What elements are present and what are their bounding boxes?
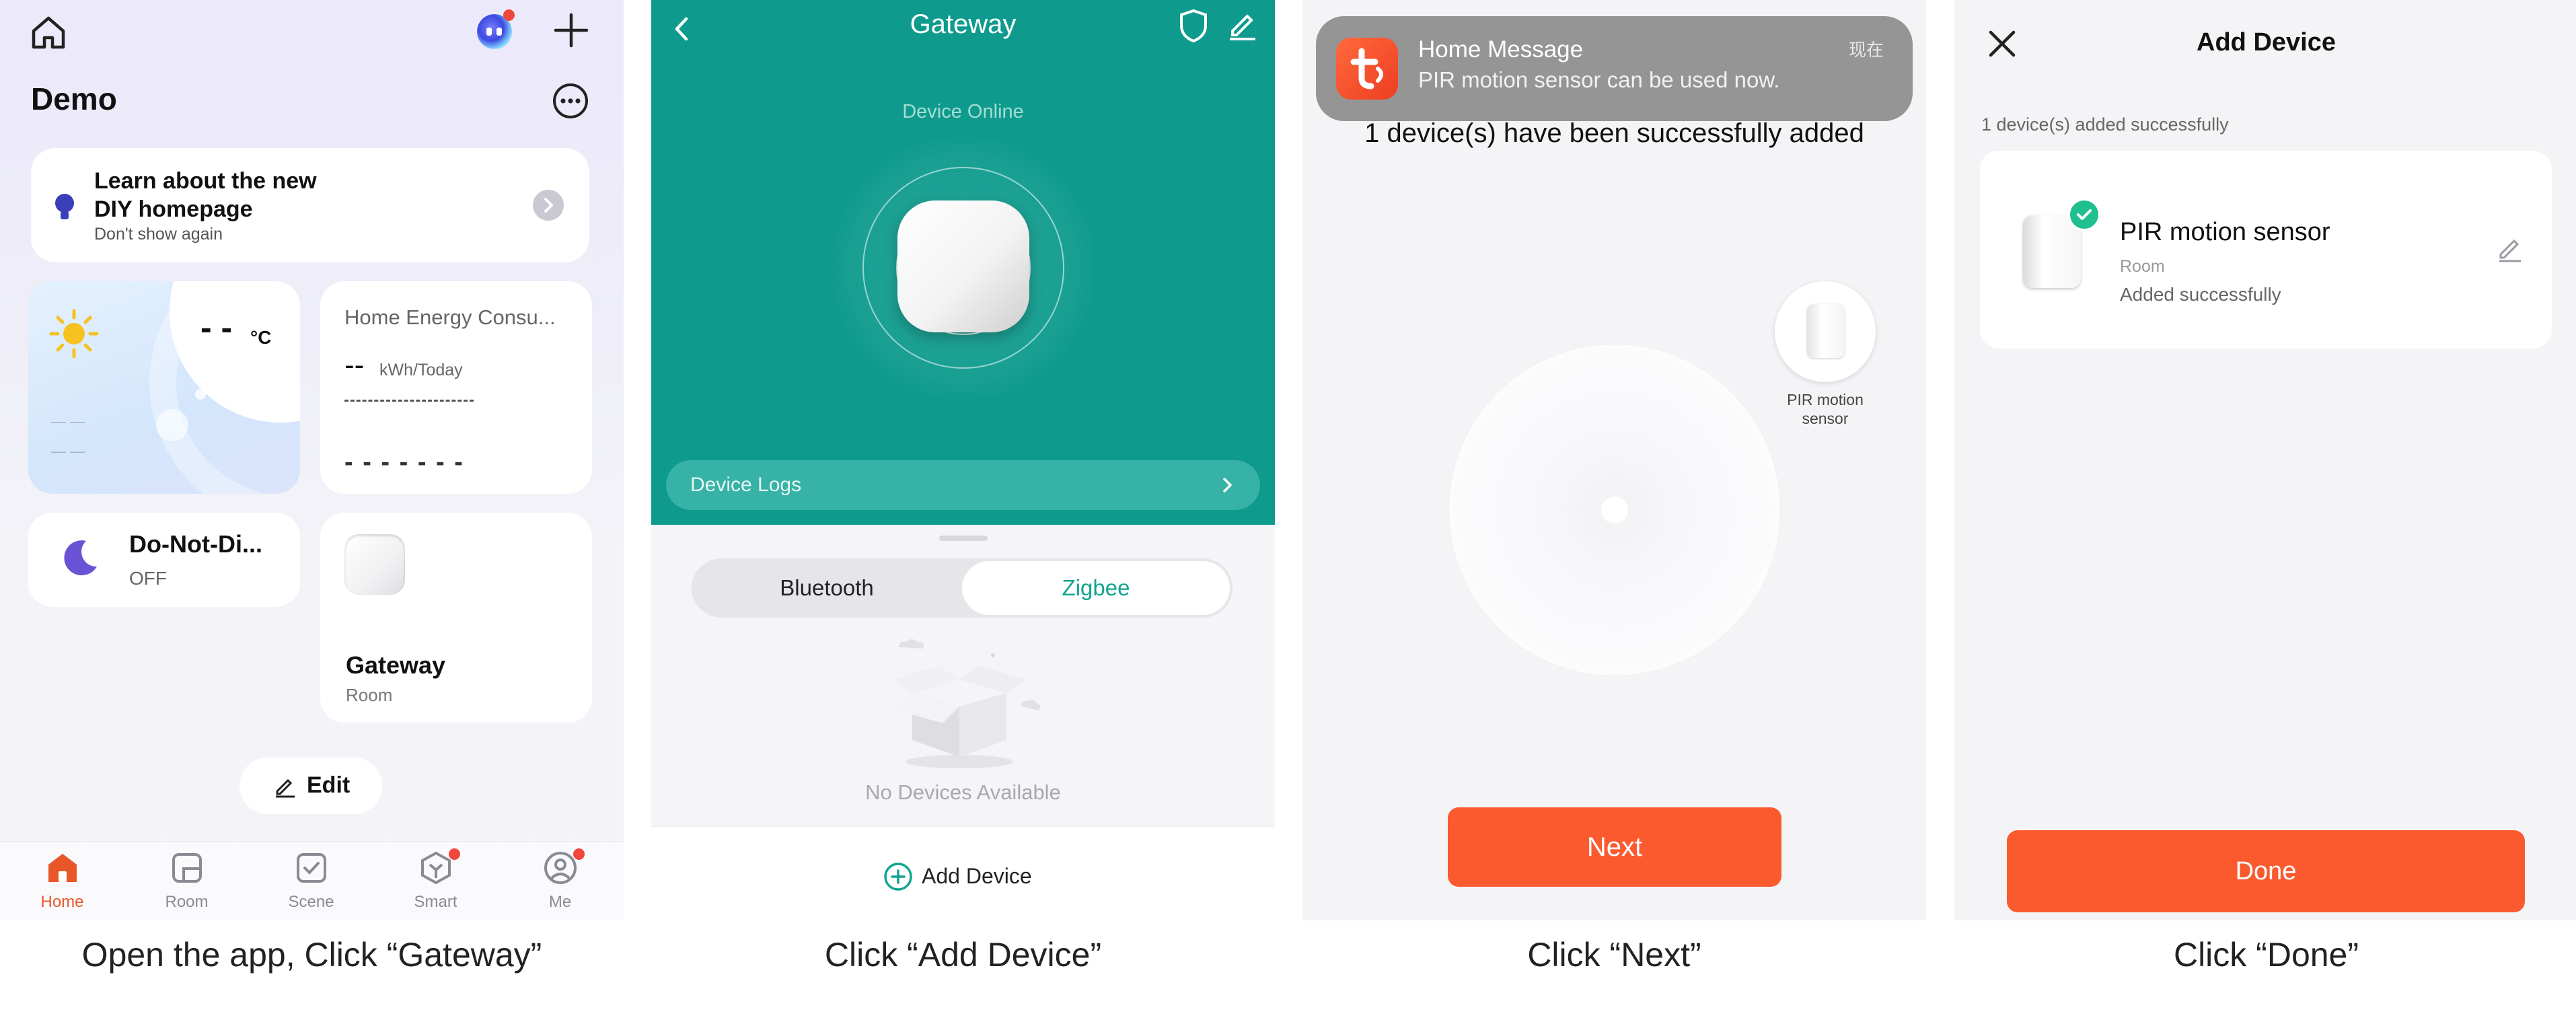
energy-value: -- <box>344 349 365 381</box>
tab-bar: Home Room Scene Smart Me <box>0 841 624 920</box>
notification-banner[interactable]: Home Message PIR motion sensor can be us… <box>1316 16 1913 121</box>
home-icon[interactable] <box>28 12 69 52</box>
home-name[interactable]: Demo <box>31 81 117 117</box>
room-icon <box>169 850 205 886</box>
dnd-card[interactable]: Do-Not-Di... OFF <box>28 513 300 607</box>
sun-icon <box>47 307 101 361</box>
next-button[interactable]: Next <box>1448 807 1781 887</box>
weather-detail-2: — — <box>51 443 85 460</box>
tab-smart[interactable]: Smart <box>373 842 498 920</box>
notification-title: Home Message <box>1418 36 1584 63</box>
app-logo-icon <box>1336 38 1398 100</box>
add-device-result-screen: Add Device 1 device(s) added successfull… <box>1954 0 2576 920</box>
gateway-screen: Gateway Device Online Device Logs Blueto… <box>651 0 1275 920</box>
tab-home[interactable]: Home <box>0 842 124 920</box>
added-device-card[interactable]: PIR motion sensor Room Added successfull… <box>1980 151 2552 349</box>
device-room: Room <box>2120 257 2165 276</box>
dnd-title: Do-Not-Di... <box>129 530 262 558</box>
gateway-device-image <box>897 200 1029 332</box>
home-screen: Demo Learn about the new DIY homepage Do… <box>0 0 624 920</box>
energy-dashes: - - - - - - - <box>344 448 464 476</box>
promo-dismiss-link[interactable]: Don't show again <box>94 225 223 244</box>
moon-icon <box>59 537 101 579</box>
tab-room[interactable]: Room <box>124 842 249 920</box>
weather-card[interactable]: - - °C — — — — <box>28 281 300 494</box>
gateway-title: Gateway <box>346 651 446 679</box>
tab-me[interactable]: Me <box>498 842 622 920</box>
energy-card[interactable]: Home Energy Consu... -- kWh/Today - - - … <box>320 281 592 494</box>
weather-detail-1: — — <box>51 413 85 430</box>
add-device-button[interactable]: Add Device <box>883 858 1051 893</box>
gateway-card[interactable]: Gateway Room <box>320 513 592 723</box>
pencil-icon <box>273 774 297 798</box>
caption-step-2: Click “Add Device” <box>824 936 1102 974</box>
done-button[interactable]: Done <box>2007 830 2525 912</box>
energy-title: Home Energy Consu... <box>344 305 556 329</box>
device-status: Added successfully <box>2120 284 2281 305</box>
home-tab-icon <box>44 850 81 886</box>
empty-state-label: No Devices Available <box>865 780 1061 804</box>
promo-title: Learn about the new DIY homepage <box>94 168 317 222</box>
assistant-icon[interactable] <box>474 9 515 51</box>
screen-title: Add Device <box>2197 28 2336 57</box>
protocol-segmented-control: Bluetooth Zigbee <box>692 558 1232 618</box>
added-count-text: 1 device(s) added successfully <box>1981 114 2229 135</box>
found-device-bubble[interactable] <box>1775 281 1876 382</box>
success-text: 1 device(s) have been successfully added <box>1364 118 1864 148</box>
edit-button[interactable]: Edit <box>240 758 382 814</box>
add-circle-icon <box>883 861 914 892</box>
pir-sensor-image <box>1807 304 1845 358</box>
device-name: PIR motion sensor <box>2120 218 2330 246</box>
promo-card[interactable]: Learn about the new DIY homepage Don't s… <box>31 148 589 262</box>
add-icon[interactable] <box>550 9 592 51</box>
edit-label: Edit <box>307 772 351 798</box>
weather-unit: °C <box>250 327 272 348</box>
add-success-screen: 1 device(s) have been successfully added… <box>1302 0 1926 920</box>
chevron-right-icon <box>1215 472 1241 498</box>
energy-unit: kWh/Today <box>379 361 463 379</box>
notification-body: PIR motion sensor can be used now. <box>1418 67 1780 92</box>
device-logs-button[interactable]: Device Logs <box>666 460 1260 510</box>
caption-step-3: Click “Next” <box>1527 936 1701 974</box>
tab-scene[interactable]: Scene <box>249 842 373 920</box>
segment-zigbee[interactable]: Zigbee <box>962 561 1230 615</box>
dnd-status: OFF <box>129 568 167 589</box>
device-status: Device Online <box>902 101 1024 122</box>
found-device-label: PIR motion sensor <box>1787 391 1864 427</box>
rename-pencil-icon[interactable] <box>2495 234 2525 264</box>
sheet-handle[interactable] <box>939 536 988 541</box>
empty-box-icon <box>879 639 1047 774</box>
segment-bluetooth[interactable]: Bluetooth <box>692 558 962 618</box>
scene-icon <box>293 850 330 886</box>
lightbulb-icon <box>51 191 78 225</box>
caption-step-4: Click “Done” <box>2173 936 2359 974</box>
weather-temp: - - <box>200 309 233 346</box>
more-icon[interactable] <box>552 82 589 120</box>
notification-time: 现在 <box>1849 40 1884 60</box>
shield-icon[interactable] <box>1177 8 1210 43</box>
success-check-icon <box>2067 198 2101 231</box>
gateway-room: Room <box>346 685 393 705</box>
gateway-device-image <box>344 534 405 595</box>
caption-step-1: Open the app, Click “Gateway” <box>81 936 542 974</box>
chevron-right-icon[interactable] <box>533 190 564 221</box>
edit-pencil-icon[interactable] <box>1226 8 1259 42</box>
